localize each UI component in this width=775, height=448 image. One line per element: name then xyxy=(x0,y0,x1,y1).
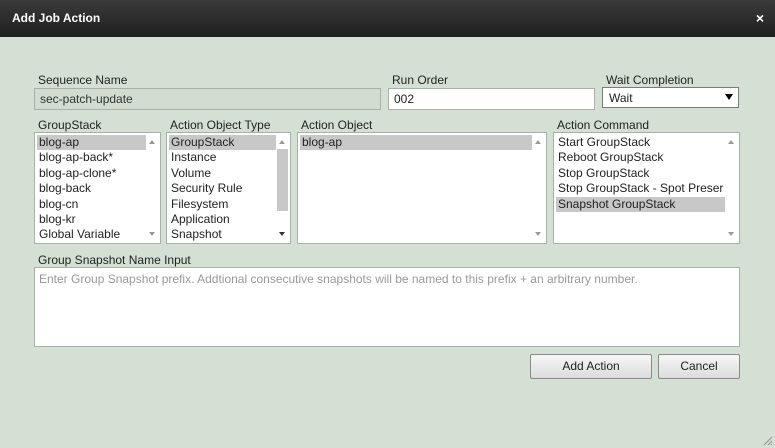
list-item[interactable]: blog-ap-back* xyxy=(37,150,146,165)
wait-completion-value: Wait xyxy=(609,91,633,105)
snapshot-name-placeholder: Enter Group Snapshot prefix. Addtional c… xyxy=(39,272,638,286)
chevron-down-icon xyxy=(725,94,733,100)
list-item[interactable]: blog-back xyxy=(37,181,146,196)
list-item[interactable]: Security Rule xyxy=(169,181,276,196)
list-item[interactable]: Snapshot GroupStack xyxy=(556,196,725,212)
scroll-thumb[interactable] xyxy=(277,149,288,211)
close-icon[interactable]: × xyxy=(753,10,767,26)
run-order-input[interactable]: 002 xyxy=(388,88,595,110)
list-item[interactable]: Volume xyxy=(169,166,276,181)
list-item[interactable]: Start GroupStack xyxy=(556,135,725,150)
list-item[interactable]: Reboot GroupStack xyxy=(556,150,725,165)
scrollbar[interactable] xyxy=(146,134,159,242)
snapshot-name-textarea[interactable]: Enter Group Snapshot prefix. Addtional c… xyxy=(34,267,740,347)
run-order-label: Run Order xyxy=(392,73,449,87)
scroll-down-icon[interactable] xyxy=(149,232,155,236)
add-action-button[interactable]: Add Action xyxy=(530,354,652,379)
list-item[interactable]: Instance xyxy=(169,150,276,165)
scroll-down-icon[interactable] xyxy=(279,232,285,236)
cancel-button[interactable]: Cancel xyxy=(658,354,740,379)
dialog-titlebar: Add Job Action × xyxy=(0,0,775,37)
scroll-up-icon[interactable] xyxy=(535,140,541,144)
wait-completion-select[interactable]: Wait xyxy=(602,87,739,108)
list-item[interactable]: blog-cn xyxy=(37,197,146,212)
snapshot-name-label: Group Snapshot Name Input xyxy=(38,253,191,267)
list-item[interactable]: blog-ap xyxy=(300,135,532,151)
sequence-name-value: sec-patch-update xyxy=(40,92,133,106)
sequence-name-label: Sequence Name xyxy=(38,73,128,87)
list-item[interactable]: blog-ap-clone* xyxy=(37,166,146,181)
list-item[interactable]: Application xyxy=(169,212,276,227)
list-item[interactable]: Filesystem xyxy=(169,197,276,212)
scrollbar[interactable] xyxy=(725,134,738,242)
action-object-list[interactable]: blog-ap xyxy=(297,132,547,244)
action-object-type-label: Action Object Type xyxy=(170,118,271,132)
groupstack-label: GroupStack xyxy=(38,118,102,132)
scrollbar[interactable] xyxy=(276,134,289,242)
scrollbar[interactable] xyxy=(532,134,545,242)
scroll-up-icon[interactable] xyxy=(279,140,285,144)
list-item[interactable]: Snapshot xyxy=(169,227,276,242)
resize-grip-icon[interactable] xyxy=(763,436,773,446)
scroll-down-icon[interactable] xyxy=(535,232,541,236)
list-item[interactable]: Global Variable xyxy=(37,227,146,242)
list-item[interactable]: GroupStack xyxy=(169,135,276,151)
sequence-name-field: sec-patch-update xyxy=(34,88,381,110)
wait-completion-label: Wait Completion xyxy=(606,73,694,87)
action-command-list[interactable]: Start GroupStack Reboot GroupStack Stop … xyxy=(553,132,740,244)
action-object-type-list[interactable]: GroupStack Instance Volume Security Rule… xyxy=(166,132,291,244)
groupstack-list[interactable]: blog-ap blog-ap-back* blog-ap-clone* blo… xyxy=(34,132,161,244)
dialog-title: Add Job Action xyxy=(12,11,101,25)
scroll-up-icon[interactable] xyxy=(728,140,734,144)
scroll-down-icon[interactable] xyxy=(728,232,734,236)
list-item[interactable]: blog-kr xyxy=(37,212,146,227)
scroll-up-icon[interactable] xyxy=(149,140,155,144)
list-item[interactable]: Stop GroupStack xyxy=(556,166,725,181)
list-item[interactable]: blog-ap xyxy=(37,135,146,151)
list-item[interactable]: Stop GroupStack - Spot Preser xyxy=(556,181,725,196)
action-object-label: Action Object xyxy=(301,118,373,132)
action-command-label: Action Command xyxy=(557,118,650,132)
run-order-value: 002 xyxy=(394,92,415,106)
